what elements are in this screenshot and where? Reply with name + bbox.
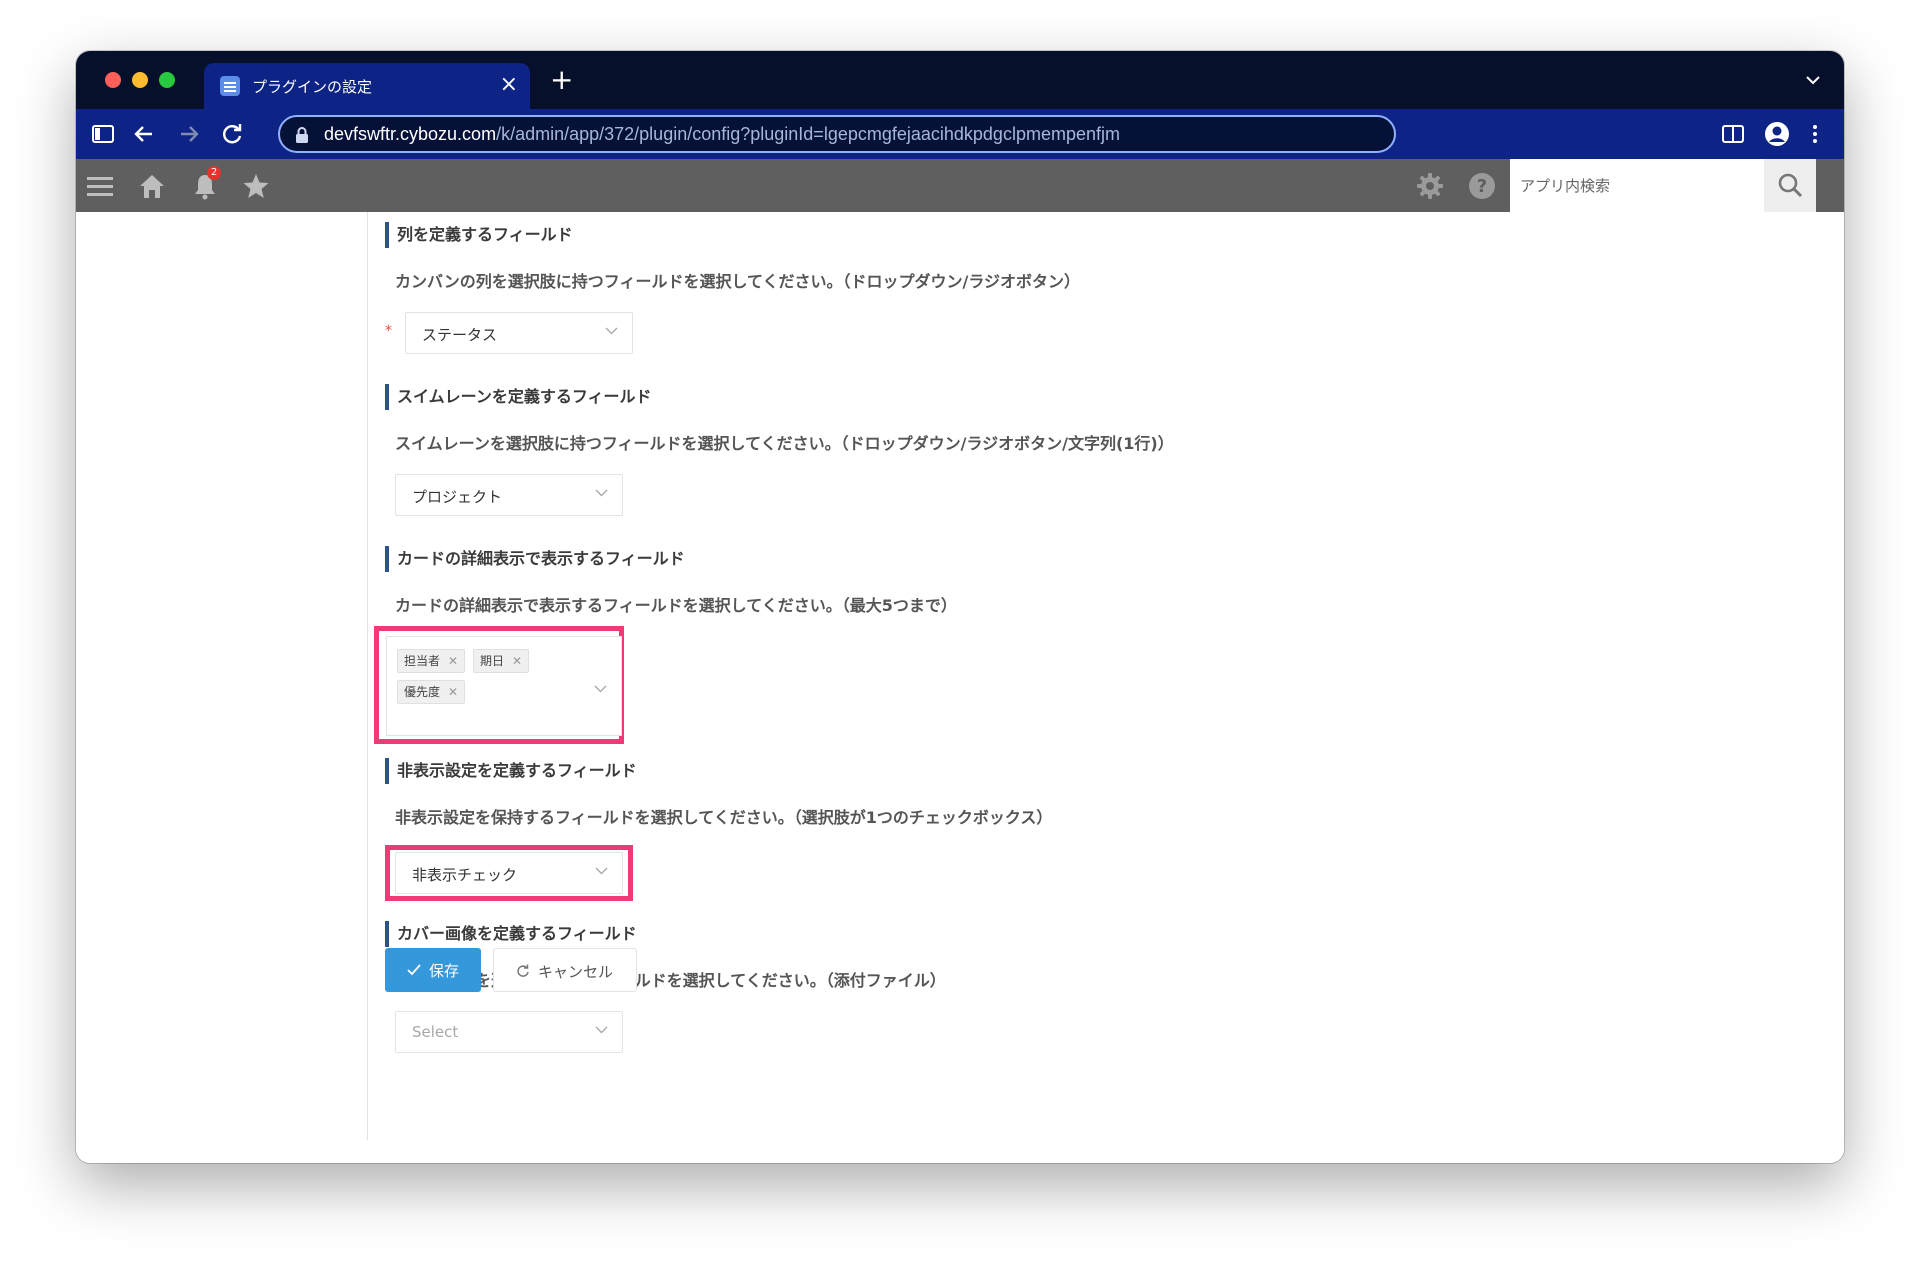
help-question-icon[interactable]: ? — [1468, 172, 1496, 200]
split-view-icon[interactable] — [1720, 121, 1746, 147]
content-divider — [367, 212, 368, 1140]
chevron-down-icon — [595, 489, 608, 497]
selected-tag: 担当者 ✕ — [397, 649, 466, 673]
app-header: 2 ? — [76, 159, 1844, 212]
svg-text:?: ? — [1477, 176, 1487, 197]
url-host: devfswftr.cybozu.com — [324, 124, 497, 144]
tab-title: プラグインの設定 — [252, 79, 373, 96]
chevron-down-icon — [605, 327, 618, 335]
lock-icon — [296, 127, 308, 143]
checkmark-icon — [407, 964, 421, 976]
browser-toolbar: devfswftr.cybozu.com/k/admin/app/372/plu… — [76, 109, 1844, 159]
close-tab-icon[interactable]: × — [500, 72, 518, 98]
hidden-setting-field-description: 非表示設定を保持するフィールドを選択してください。（選択肢が1つのチェックボック… — [395, 808, 1053, 827]
close-window-button[interactable] — [105, 72, 121, 88]
swimlane-field-selected-value: プロジェクト — [412, 488, 503, 506]
settings-gear-icon[interactable] — [1416, 172, 1444, 200]
minimize-window-button[interactable] — [132, 72, 148, 88]
tab-list-chevron-icon[interactable] — [1804, 71, 1822, 89]
reset-icon — [517, 964, 529, 977]
card-detail-multiselect[interactable]: 担当者 ✕ 期日 ✕ 優先度 ✕ — [386, 636, 622, 736]
back-arrow-icon[interactable] — [131, 121, 157, 147]
new-tab-button[interactable]: + — [550, 65, 573, 95]
cancel-button[interactable]: キャンセル — [493, 948, 637, 992]
swimlane-field-description: スイムレーンを選択肢に持つフィールドを選択してください。（ドロップダウン/ラジオ… — [395, 434, 1174, 453]
remove-tag-icon[interactable]: ✕ — [448, 685, 458, 699]
forward-arrow-icon[interactable] — [176, 121, 202, 147]
hamburger-menu-icon[interactable] — [86, 172, 114, 200]
notification-count-badge: 2 — [207, 166, 221, 180]
browser-menu-icon[interactable] — [1802, 121, 1828, 147]
tag-label: 期日 — [480, 654, 505, 668]
save-button-label: 保存 — [429, 963, 460, 980]
app-search-button[interactable] — [1764, 159, 1816, 212]
home-icon[interactable] — [138, 172, 166, 200]
profile-avatar-icon[interactable] — [1764, 121, 1790, 147]
card-detail-field-title: カードの詳細表示で表示するフィールド — [385, 546, 685, 572]
app-search-box — [1510, 159, 1764, 212]
save-button[interactable]: 保存 — [385, 948, 481, 992]
remove-tag-icon[interactable]: ✕ — [448, 654, 458, 668]
column-field-selected-value: ステータス — [422, 326, 498, 344]
zoom-window-button[interactable] — [159, 72, 175, 88]
remove-tag-icon[interactable]: ✕ — [512, 654, 522, 668]
search-icon — [1778, 173, 1803, 198]
column-field-description: カンバンの列を選択肢に持つフィールドを選択してください。（ドロップダウン/ラジオ… — [395, 272, 1081, 291]
tag-label: 担当者 — [404, 654, 441, 668]
hidden-setting-selected-value: 非表示チェック — [412, 866, 518, 884]
hidden-setting-field-select[interactable]: 非表示チェック — [395, 852, 623, 894]
column-field-select[interactable]: ステータス — [405, 312, 633, 354]
url-path: /k/admin/app/372/plugin/config?pluginId=… — [496, 124, 1120, 144]
cover-image-field-select[interactable]: Select — [395, 1011, 623, 1053]
selected-tag: 優先度 ✕ — [397, 680, 466, 704]
cover-image-placeholder: Select — [412, 1023, 459, 1041]
tab-strip: プラグインの設定 × + — [76, 51, 1844, 109]
app-search-input[interactable] — [1510, 159, 1764, 212]
swimlane-field-select[interactable]: プロジェクト — [395, 474, 623, 516]
url-text: devfswftr.cybozu.com/k/admin/app/372/plu… — [324, 124, 1120, 145]
favorites-star-icon[interactable] — [242, 172, 270, 200]
page-favicon-icon — [220, 76, 240, 96]
chevron-down-icon — [595, 1026, 608, 1034]
hidden-setting-field-title: 非表示設定を定義するフィールド — [385, 758, 637, 784]
cover-image-field-title: カバー画像を定義するフィールド — [385, 921, 637, 947]
sidebar-toggle-icon[interactable] — [90, 121, 116, 147]
column-field-title: 列を定義するフィールド — [385, 222, 573, 248]
address-bar[interactable]: devfswftr.cybozu.com/k/admin/app/372/plu… — [278, 115, 1396, 153]
browser-tab-active[interactable]: プラグインの設定 × — [204, 63, 530, 109]
cancel-button-label: キャンセル — [538, 964, 614, 981]
chevron-down-icon — [594, 685, 607, 693]
plugin-config-content: 列を定義するフィールド カンバンの列を選択肢に持つフィールドを選択してください。… — [76, 212, 1844, 1163]
selected-tag: 期日 ✕ — [473, 649, 530, 673]
browser-window: プラグインの設定 × + devfswftr.cybozu.com/k/admi… — [76, 51, 1844, 1163]
tag-label: 優先度 — [404, 685, 441, 699]
required-asterisk: * — [385, 323, 392, 339]
reload-icon[interactable] — [219, 121, 245, 147]
card-detail-field-description: カードの詳細表示で表示するフィールドを選択してください。（最大5つまで） — [395, 596, 957, 615]
chevron-down-icon — [595, 867, 608, 875]
swimlane-field-title: スイムレーンを定義するフィールド — [385, 384, 652, 410]
